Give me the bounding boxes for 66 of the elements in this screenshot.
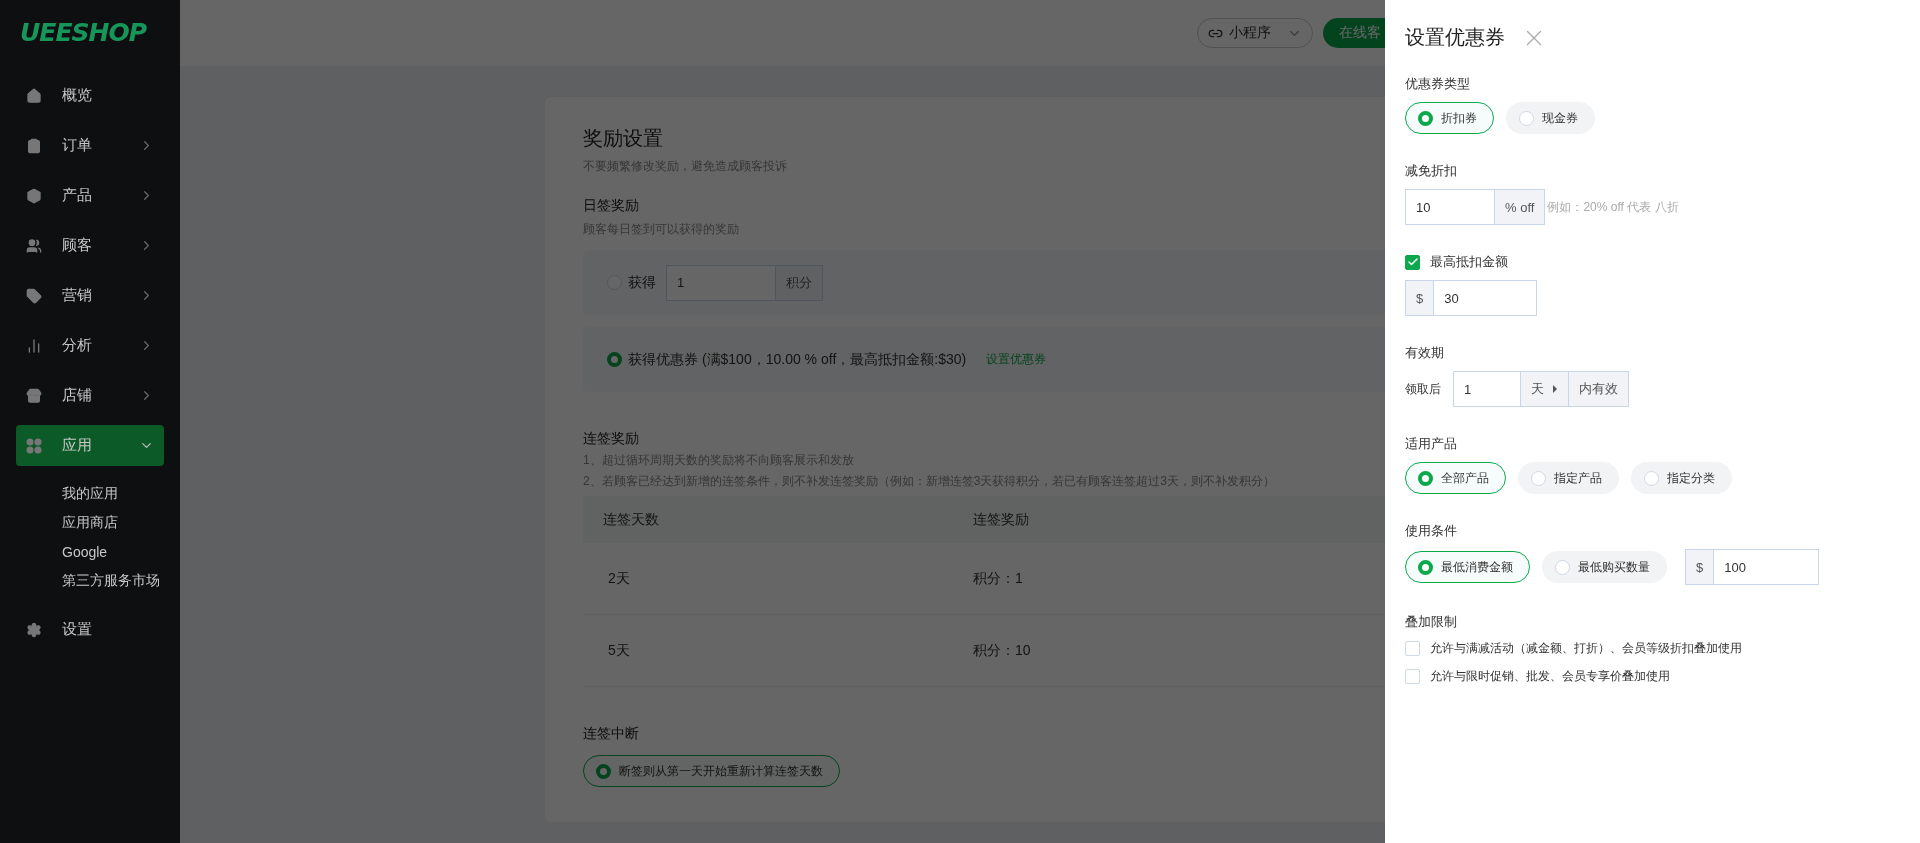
triangle-right-icon	[1552, 385, 1558, 393]
option-label: 获得	[628, 273, 656, 292]
unit-label: 积分	[776, 264, 823, 301]
radio-option[interactable]: 指定产品	[1518, 462, 1619, 494]
home-icon	[26, 87, 42, 104]
field-label: 有效期	[1405, 344, 1445, 362]
radio-option[interactable]: 折扣券	[1405, 102, 1494, 134]
option-label: 获得优惠券 (满$100，10.00 % off，最高抵扣金额:$30)	[628, 350, 967, 369]
section-title: 连签奖励	[583, 430, 639, 448]
table-cell: 2天	[608, 569, 630, 588]
suffix-label: 内有效	[1569, 371, 1629, 407]
store-icon	[26, 387, 42, 404]
nav-subitem[interactable]: 我的应用	[62, 479, 118, 508]
nav-subitem[interactable]: 应用商店	[62, 508, 118, 537]
nav-item[interactable]: 概览	[16, 75, 164, 116]
column-header: 连签奖励	[973, 510, 1029, 529]
nav-item[interactable]: 店铺	[16, 375, 164, 416]
settings-icon	[26, 621, 42, 638]
nav-item[interactable]: 顾客	[16, 225, 164, 266]
table-cell: 5天	[608, 641, 630, 660]
radio-option[interactable]: 最低购买数量	[1542, 551, 1667, 583]
amount-field[interactable]: 30	[1433, 280, 1538, 316]
radio-option[interactable]: 现金券	[1506, 102, 1595, 134]
field-prefix-text: 领取后	[1405, 380, 1441, 398]
radio-option[interactable]: 指定分类	[1631, 462, 1732, 494]
section-title: 日签奖励	[583, 197, 639, 215]
nav-subitem[interactable]: 第三方服务市场	[62, 566, 160, 595]
checkbox-label: 最高抵扣金额	[1430, 253, 1508, 271]
clipboard-icon	[26, 137, 42, 154]
logo: UEESHOP	[19, 17, 148, 47]
field-label: 叠加限制	[1405, 613, 1458, 631]
validity-field[interactable]: 1	[1453, 371, 1521, 407]
currency-label: $	[1405, 280, 1434, 316]
hint-text: 例如：20% off 代表 八折	[1547, 198, 1679, 216]
users-icon	[26, 237, 42, 254]
nav-item[interactable]: 营销	[16, 275, 164, 316]
tag-icon	[26, 287, 42, 304]
nav-subitem[interactable]: Google	[62, 537, 108, 566]
nav-item[interactable]: 产品	[16, 175, 164, 216]
radio[interactable]	[607, 352, 622, 367]
amount-field[interactable]: 100	[1713, 549, 1820, 585]
field-label: 适用产品	[1405, 435, 1458, 453]
field-label: 使用条件	[1405, 522, 1458, 540]
table-cell: 积分：10	[973, 641, 1031, 660]
field-label: 减免折扣	[1405, 162, 1458, 180]
nav-item[interactable]: 订单	[16, 125, 164, 166]
grid-icon	[26, 437, 42, 454]
section-title: 连签中断	[583, 725, 639, 743]
checkbox-label: 允许与满减活动（减金额、打折）、会员等级折扣叠加使用	[1430, 640, 1742, 657]
bar-chart-icon	[26, 337, 42, 354]
table-cell: 积分：1	[973, 569, 1023, 588]
unit-dropdown[interactable]: 天	[1521, 371, 1569, 407]
nav-item[interactable]: 分析	[16, 325, 164, 366]
box-icon	[26, 187, 42, 204]
card-title: 奖励设置	[583, 126, 663, 151]
radio-option[interactable]: 全部产品	[1405, 462, 1506, 494]
checkbox-label: 允许与限时促销、批发、会员专享价叠加使用	[1430, 668, 1670, 685]
discount-field[interactable]: 10	[1405, 189, 1495, 225]
nav-item[interactable]: 应用	[16, 425, 164, 466]
nav-item[interactable]: 设置	[16, 609, 164, 650]
currency-label: $	[1685, 549, 1714, 585]
radio-option[interactable]: 最低消费金额	[1405, 551, 1530, 583]
unit-label: % off	[1495, 189, 1546, 225]
field-label: 优惠券类型	[1405, 75, 1471, 93]
checkbox[interactable]	[1405, 254, 1420, 270]
column-header: 连签天数	[603, 510, 659, 529]
